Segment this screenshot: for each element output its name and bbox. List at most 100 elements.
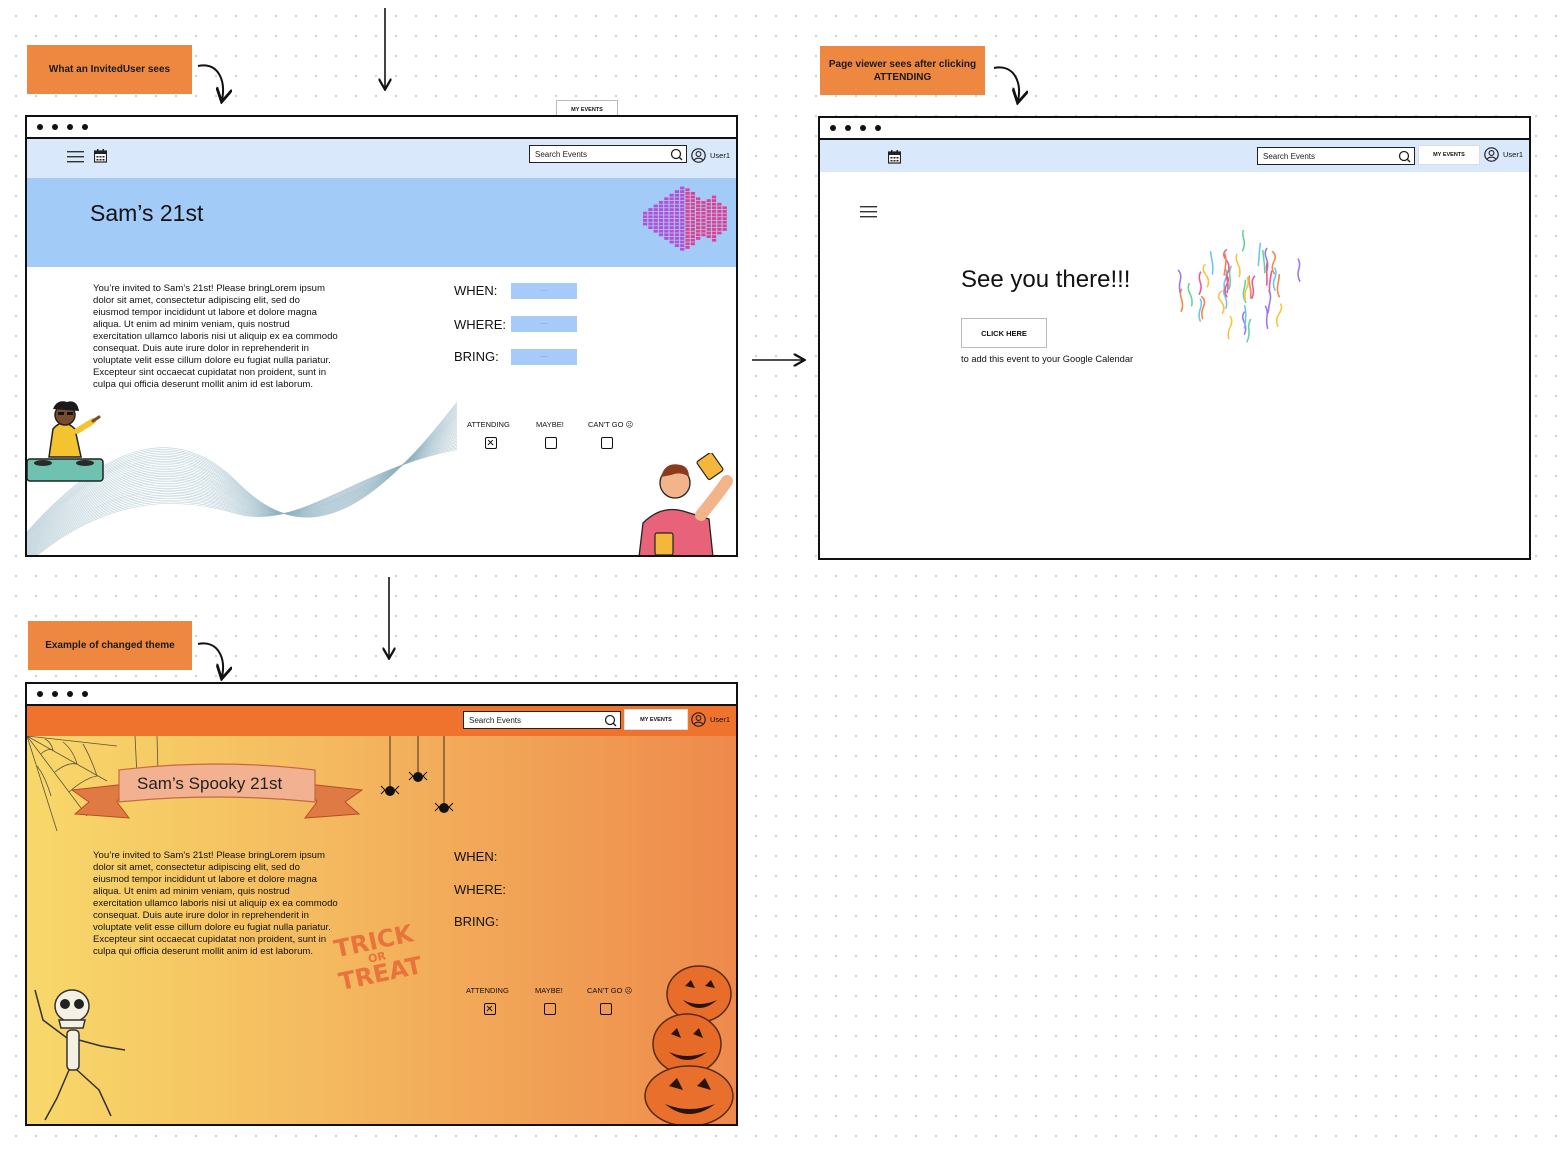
pumpkin-stack-illustration bbox=[644, 965, 734, 1124]
search-placeholder: Search Events bbox=[469, 715, 522, 725]
equalizer-bar bbox=[711, 238, 717, 242]
confetti-streamer bbox=[1217, 290, 1225, 314]
confetti-streamer bbox=[1257, 242, 1262, 267]
equalizer-bar bbox=[696, 222, 701, 226]
search-icon[interactable] bbox=[604, 714, 617, 727]
equalizer-bar bbox=[664, 197, 669, 201]
equalizer-bar bbox=[664, 201, 669, 204]
equalizer-bar bbox=[669, 240, 674, 244]
equalizer-bar bbox=[685, 202, 690, 206]
equalizer-bar bbox=[711, 213, 717, 217]
window-dots bbox=[830, 125, 881, 131]
equalizer-bar bbox=[711, 224, 717, 228]
equalizer-bar bbox=[680, 226, 685, 229]
maybe-checkbox[interactable] bbox=[545, 437, 557, 449]
equalizer-bar bbox=[658, 208, 664, 211]
curved-arrow-2 bbox=[993, 66, 1019, 101]
user-menu[interactable]: User1 bbox=[691, 712, 730, 727]
equalizer-bar bbox=[648, 215, 653, 219]
equalizer-bar bbox=[690, 242, 695, 246]
calendar-icon[interactable] bbox=[94, 149, 107, 163]
equalizer-bar bbox=[680, 208, 685, 211]
user-avatar-icon bbox=[691, 712, 706, 727]
curved-arrow-3 bbox=[197, 642, 223, 677]
equalizer-bar bbox=[664, 237, 669, 240]
confetti-streamer bbox=[1251, 275, 1256, 299]
confetti-streamer bbox=[1268, 270, 1273, 294]
search-input[interactable]: Search Events bbox=[529, 145, 687, 163]
when-field[interactable]: — bbox=[511, 283, 577, 299]
equalizer-bar bbox=[674, 233, 680, 237]
window-dots bbox=[37, 691, 88, 697]
equalizer-bar bbox=[674, 240, 680, 244]
hamburger-icon[interactable] bbox=[67, 151, 85, 164]
equalizer-bar bbox=[658, 211, 664, 215]
equalizer-bar bbox=[674, 208, 680, 211]
bring-field[interactable]: — bbox=[511, 349, 577, 365]
cant-go-checkbox[interactable] bbox=[601, 437, 613, 449]
navbar: Search Events MY EVENTS User1 bbox=[820, 140, 1529, 172]
user-menu[interactable]: User1 bbox=[1484, 147, 1523, 162]
equalizer-bar bbox=[680, 229, 685, 233]
equalizer-bar bbox=[653, 229, 658, 233]
maybe-checkbox[interactable] bbox=[544, 1003, 556, 1015]
equalizer-bar bbox=[685, 195, 690, 199]
search-input[interactable]: Search Events bbox=[463, 711, 621, 729]
where-field[interactable]: — bbox=[511, 316, 577, 332]
equalizer-bar bbox=[680, 193, 685, 197]
equalizer-bar bbox=[648, 211, 653, 215]
equalizer-bar bbox=[717, 231, 722, 235]
equalizer-bar bbox=[664, 229, 669, 233]
when-label: WHEN: bbox=[454, 283, 498, 298]
equalizer-bar bbox=[696, 197, 701, 201]
equalizer-bar bbox=[669, 233, 674, 237]
equalizer-bar bbox=[717, 220, 722, 224]
equalizer-bar bbox=[643, 215, 648, 219]
equalizer-bar bbox=[674, 222, 680, 226]
where-label: WHERE: bbox=[454, 317, 506, 332]
equalizer-bar bbox=[706, 199, 711, 202]
search-icon[interactable] bbox=[1398, 150, 1411, 163]
equalizer-bar bbox=[674, 237, 680, 240]
equalizer-bar bbox=[706, 217, 711, 220]
search-input[interactable]: Search Events bbox=[1257, 147, 1415, 165]
my-events-button[interactable]: MY EVENTS bbox=[624, 709, 688, 730]
skeleton-illustration bbox=[34, 989, 126, 1121]
equalizer-bar bbox=[685, 217, 690, 220]
attending-checkbox[interactable] bbox=[485, 437, 497, 449]
attending-checkbox[interactable] bbox=[484, 1003, 496, 1015]
equalizer-bar bbox=[696, 208, 701, 211]
cant-go-checkbox[interactable] bbox=[600, 1003, 612, 1015]
equalizer-bar bbox=[669, 229, 674, 233]
equalizer-bar bbox=[643, 211, 648, 215]
click-here-button[interactable]: CLICK HERE bbox=[961, 318, 1047, 348]
equalizer-bar bbox=[685, 231, 690, 235]
confetti-streamer bbox=[1227, 315, 1233, 340]
equalizer-bar bbox=[680, 197, 685, 201]
confetti-streamer bbox=[1187, 282, 1193, 307]
equalizer-bar bbox=[680, 211, 685, 215]
equalizer-bar bbox=[690, 206, 695, 210]
equalizer-bar bbox=[706, 213, 711, 217]
equalizer-bar bbox=[685, 206, 690, 210]
equalizer-bar bbox=[722, 224, 727, 228]
equalizer-bar bbox=[669, 237, 674, 240]
equalizer-bar bbox=[696, 201, 701, 204]
equalizer-bar bbox=[706, 231, 711, 235]
user-menu[interactable]: User1 bbox=[691, 148, 730, 163]
equalizer-bar bbox=[685, 192, 690, 195]
search-icon[interactable] bbox=[670, 148, 683, 161]
equalizer-bar bbox=[690, 228, 695, 231]
hamburger-icon[interactable] bbox=[860, 206, 878, 219]
calendar-icon[interactable] bbox=[888, 150, 901, 164]
equalizer-bar bbox=[690, 224, 695, 228]
equalizer-bar bbox=[701, 233, 706, 237]
equalizer-bar bbox=[674, 197, 680, 201]
frame-attending-confirmation: Search Events MY EVENTS User1 See you th… bbox=[818, 116, 1531, 560]
equalizer-bar bbox=[711, 195, 717, 199]
equalizer-bar bbox=[696, 219, 701, 222]
equalizer-bar bbox=[722, 217, 727, 220]
equalizer-bar bbox=[680, 219, 685, 222]
equalizer-bar bbox=[685, 246, 690, 249]
my-events-button[interactable]: MY EVENTS bbox=[1418, 145, 1480, 165]
